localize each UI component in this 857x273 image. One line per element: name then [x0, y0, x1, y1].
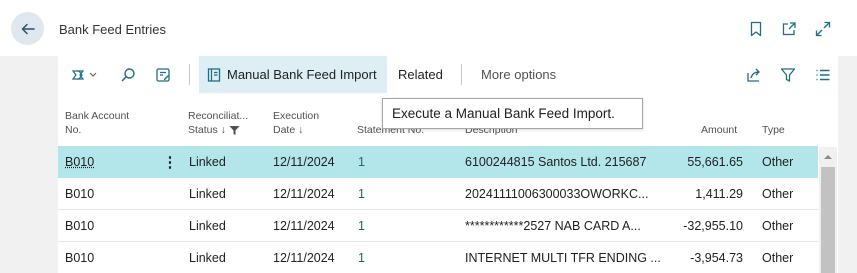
cell-date: 12/11/2024	[273, 251, 335, 265]
table-row[interactable]: B010 Linked 12/11/2024 1 ************252…	[58, 210, 818, 242]
table-row[interactable]: B010 Linked 12/11/2024 1 INTERNET MULTI …	[58, 242, 818, 273]
cell-status: Linked	[189, 187, 226, 201]
related-label: Related	[398, 67, 443, 82]
open-new-window-icon	[782, 22, 796, 36]
bookmark-icon	[750, 21, 762, 37]
page-header: Bank Feed Entries	[0, 0, 857, 56]
open-new-window-button[interactable]	[780, 20, 798, 38]
scrollbar-thumb[interactable]	[821, 167, 835, 273]
cell-bank-account[interactable]: B010	[65, 242, 94, 273]
header-line: Execution	[273, 110, 320, 122]
cell-statement-no: 1	[358, 219, 365, 233]
cell-type: Other	[762, 251, 794, 265]
action-bar: Manual Bank Feed Import Related More opt…	[58, 56, 838, 93]
column-header-execution-date[interactable]: Execution Date ↓	[273, 109, 319, 137]
cell-bank-account[interactable]: B010	[65, 146, 94, 178]
filter-button[interactable]	[780, 56, 798, 93]
cell-description: 20241111006300033OWORKC...	[465, 187, 649, 201]
edit-list-icon	[156, 67, 170, 82]
manual-bank-feed-import-button[interactable]: Manual Bank Feed Import	[199, 56, 387, 93]
cell-statement-no: 1	[358, 251, 365, 265]
page-title: Bank Feed Entries	[59, 22, 166, 37]
cell-bank-account[interactable]: B010	[65, 210, 94, 242]
cell-date: 12/11/2024	[273, 219, 335, 233]
header-line: Bank Account	[65, 110, 130, 122]
copilot-button[interactable]	[70, 56, 104, 93]
vertical-scrollbar[interactable]	[819, 147, 837, 273]
header-line: No.	[65, 124, 82, 136]
edit-list-button[interactable]	[155, 56, 173, 93]
expand-button[interactable]	[814, 20, 832, 38]
cell-statement-no: 1	[358, 187, 365, 201]
scroll-up-arrow-icon[interactable]	[819, 150, 837, 164]
back-button[interactable]	[11, 12, 44, 45]
header-line-wrap: Status ↓	[188, 123, 248, 137]
search-icon	[121, 67, 135, 82]
list-view-button[interactable]	[815, 56, 833, 93]
search-button[interactable]	[120, 56, 138, 93]
import-icon	[207, 67, 221, 82]
back-arrow-icon	[21, 23, 35, 34]
copilot-icon	[71, 69, 97, 80]
bookmark-button[interactable]	[747, 20, 765, 38]
cell-status: Linked	[189, 219, 226, 233]
manual-import-label: Manual Bank Feed Import	[227, 67, 377, 82]
cell-description: INTERNET MULTI TFR ENDING ...	[465, 251, 660, 265]
cell-amount: -32,955.10	[683, 219, 743, 233]
cell-type: Other	[762, 187, 794, 201]
row-menu-icon[interactable]: ⋮	[162, 146, 178, 178]
cell-amount: 55,661.65	[687, 155, 743, 169]
cell-status: Linked	[189, 251, 226, 265]
column-header-type[interactable]: Type	[762, 123, 785, 137]
cell-description: 6100244815 Santos Ltd. 215687	[465, 155, 647, 169]
related-menu[interactable]: Related	[398, 56, 443, 93]
list-view-icon	[816, 69, 830, 80]
cell-type: Other	[762, 155, 794, 169]
table-row[interactable]: B010 Linked 12/11/2024 1 202411110063000…	[58, 178, 818, 210]
cell-amount: 1,411.29	[695, 187, 743, 201]
column-header-amount[interactable]: Amount	[701, 123, 737, 137]
cell-type: Other	[762, 219, 794, 233]
share-button[interactable]	[746, 56, 764, 93]
more-options-button[interactable]: More options	[481, 56, 556, 93]
cell-statement-no: 1	[358, 155, 365, 169]
header-line: Date ↓	[273, 124, 304, 136]
cell-status: Linked	[189, 155, 226, 169]
column-header-bank-account[interactable]: Bank Account No.	[65, 109, 129, 137]
more-options-label: More options	[481, 67, 557, 82]
expand-icon	[815, 21, 831, 37]
filter-icon	[780, 67, 796, 82]
table-row[interactable]: B010 ⋮ Linked 12/11/2024 1 6100244815 Sa…	[58, 146, 818, 178]
cell-description: ************2527 NAB CARD A...	[465, 219, 641, 233]
tooltip: Execute a Manual Bank Feed Import.	[382, 98, 643, 129]
share-icon	[747, 68, 760, 82]
header-line: Reconciliat...	[188, 110, 249, 122]
filter-small-icon	[229, 125, 240, 135]
cell-date: 12/11/2024	[273, 187, 335, 201]
cell-date: 12/11/2024	[273, 155, 335, 169]
cell-bank-account[interactable]: B010	[65, 178, 94, 210]
header-line: Status ↓	[188, 124, 226, 136]
column-header-status[interactable]: Reconciliat... Status ↓	[188, 109, 248, 137]
cell-amount: -3,954.73	[690, 251, 743, 265]
